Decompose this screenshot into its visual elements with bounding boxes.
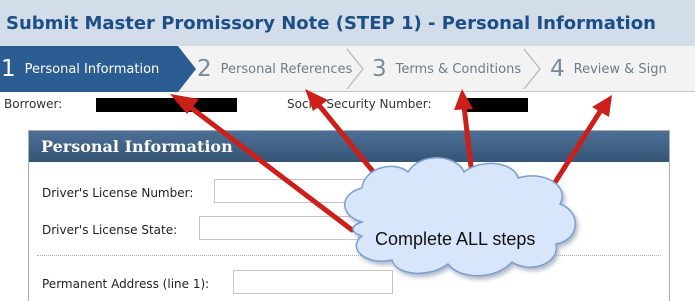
- license-state-label: Driver's License State:: [42, 223, 178, 237]
- step-personal-information[interactable]: 1 Personal Information: [0, 46, 196, 92]
- step-label: Review & Sign: [573, 61, 667, 77]
- chevron-right-icon: [523, 48, 541, 90]
- personal-information-panel: Personal Information Driver's License Nu…: [28, 130, 670, 301]
- borrower-label: Borrower:: [4, 97, 63, 111]
- step-label: Personal References: [220, 61, 353, 77]
- license-number-input[interactable]: [214, 179, 372, 203]
- address-line1-input[interactable]: [233, 270, 393, 294]
- ssn-label: Social Security Number:: [287, 97, 432, 111]
- step-number: 1: [1, 56, 16, 82]
- step-review-sign[interactable]: 4 Review & Sign: [550, 46, 667, 92]
- step-navigation: 1 Personal Information 2 Personal Refere…: [0, 46, 695, 92]
- address-line1-label: Permanent Address (line 1):: [42, 277, 210, 291]
- step-label: Terms & Conditions: [395, 61, 522, 77]
- panel-title: Personal Information: [29, 131, 669, 162]
- license-state-input[interactable]: [199, 216, 359, 240]
- redacted-borrower-name: [96, 98, 237, 112]
- step-terms-conditions[interactable]: 3 Terms & Conditions: [372, 46, 521, 92]
- section-divider: [37, 255, 661, 256]
- step-number: 2: [197, 56, 212, 82]
- step-number: 4: [550, 56, 565, 82]
- chevron-right-icon: [346, 48, 364, 90]
- redacted-ssn: [464, 98, 528, 112]
- license-number-label: Driver's License Number:: [42, 186, 194, 200]
- page-title: Submit Master Promissory Note (STEP 1) -…: [0, 0, 695, 46]
- step-label: Personal Information: [24, 61, 160, 77]
- step-number: 3: [372, 56, 387, 82]
- borrower-info-row: Borrower: Social Security Number:: [0, 92, 695, 114]
- step-personal-references[interactable]: 2 Personal References: [197, 46, 352, 92]
- callout-text: Complete ALL steps: [375, 229, 536, 249]
